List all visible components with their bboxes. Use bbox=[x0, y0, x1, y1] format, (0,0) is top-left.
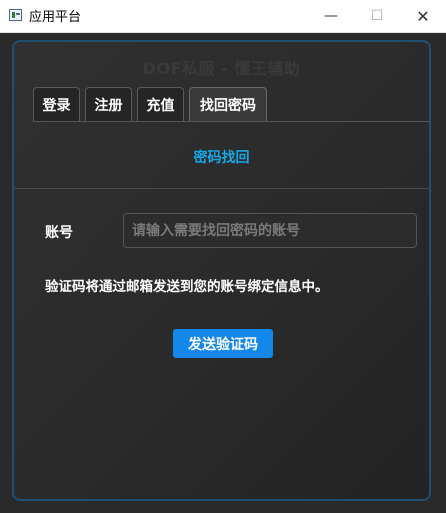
tab-recover-password[interactable]: 找回密码 bbox=[189, 87, 267, 121]
account-input[interactable] bbox=[123, 213, 417, 248]
send-code-button[interactable]: 发送验证码 bbox=[173, 329, 273, 358]
close-button[interactable]: ✕ bbox=[400, 0, 446, 32]
tab-login[interactable]: 登录 bbox=[33, 87, 80, 121]
window-title: 应用平台 bbox=[29, 10, 82, 25]
close-icon: ✕ bbox=[416, 6, 430, 26]
main-panel: DOF私服 - 懂王辅助 登录 注册 充值 找回密码 密码找回 账号 验证码将通… bbox=[12, 40, 431, 501]
maximize-button[interactable]: ☐ bbox=[354, 0, 400, 32]
title-bar: 应用平台 — ☐ ✕ bbox=[0, 0, 446, 33]
app-window-icon bbox=[9, 9, 22, 21]
minimize-button[interactable]: — bbox=[308, 0, 354, 32]
window-client-area: DOF私服 - 懂王辅助 登录 注册 充值 找回密码 密码找回 账号 验证码将通… bbox=[0, 33, 446, 513]
tab-divider bbox=[33, 121, 429, 122]
app-heading: DOF私服 - 懂王辅助 bbox=[142, 59, 301, 78]
section-title: 密码找回 bbox=[193, 150, 250, 166]
verification-info-text: 验证码将通过邮箱发送到您的账号绑定信息中。 bbox=[45, 279, 329, 295]
minimize-icon: — bbox=[324, 8, 338, 24]
maximize-icon: ☐ bbox=[370, 8, 384, 24]
section-divider bbox=[14, 188, 429, 189]
account-label: 账号 bbox=[45, 225, 73, 241]
tab-register[interactable]: 注册 bbox=[85, 87, 132, 121]
tab-recharge[interactable]: 充值 bbox=[137, 87, 184, 121]
